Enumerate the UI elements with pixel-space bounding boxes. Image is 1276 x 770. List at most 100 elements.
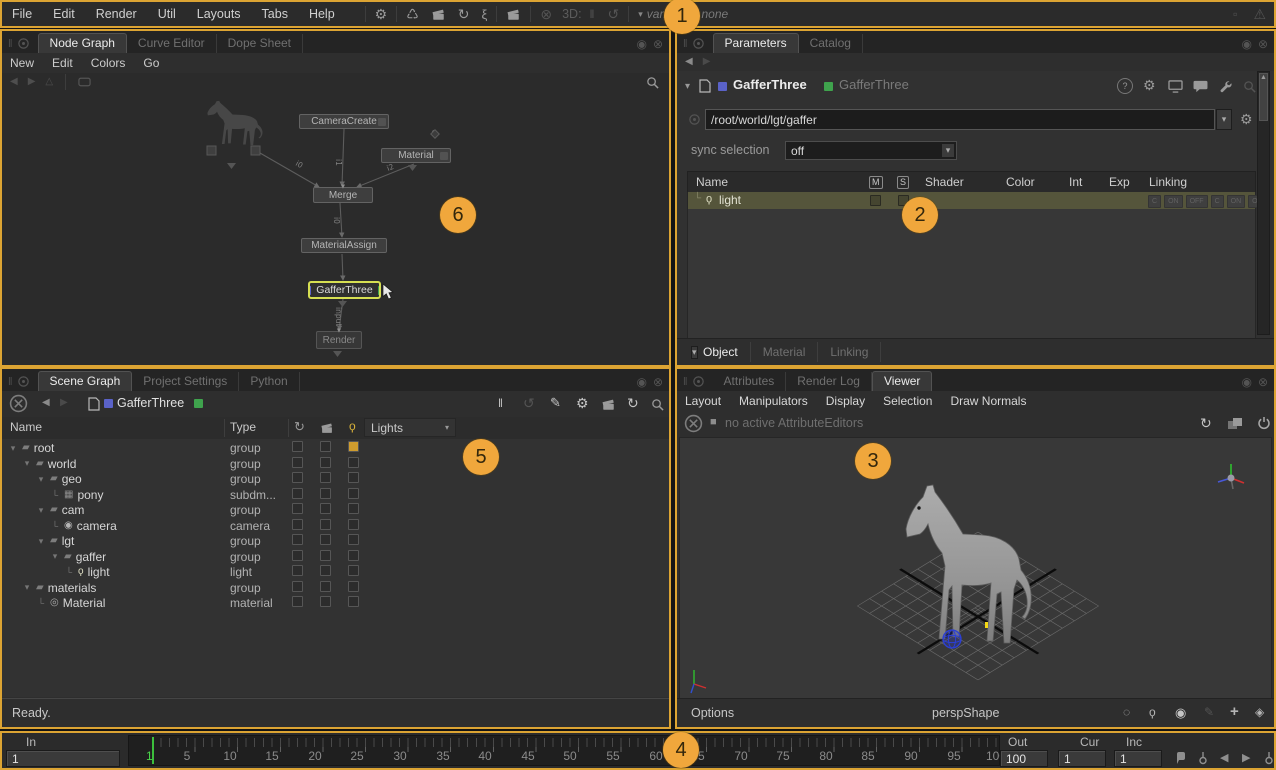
- sync-selection-select[interactable]: off: [785, 141, 957, 160]
- tree-expander-icon[interactable]: ▾: [22, 458, 32, 469]
- node-port[interactable]: [378, 118, 386, 126]
- gaffer-root-path-input[interactable]: /root/world/lgt/gaffer: [705, 109, 1215, 130]
- col-header-exp[interactable]: Exp: [1109, 175, 1130, 189]
- clear-icon[interactable]: [9, 394, 28, 413]
- panel-maximize-icon[interactable]: ◉: [1241, 376, 1251, 388]
- node-materialassign[interactable]: MaterialAssign: [301, 238, 387, 253]
- col-header-name[interactable]: Name: [696, 175, 728, 189]
- next-keyframe-icon[interactable]: [1262, 751, 1276, 765]
- scene-graph-row[interactable]: ▾ ▰ gaffer group: [2, 548, 669, 564]
- tree-expander-icon[interactable]: ▾: [22, 582, 32, 593]
- hook-icon[interactable]: ξ: [482, 8, 488, 21]
- linking-button[interactable]: OFF: [1186, 195, 1208, 208]
- tab-curve-editor[interactable]: Curve Editor: [127, 34, 217, 53]
- panel-pin-icon[interactable]: [17, 37, 30, 50]
- node-view-flag[interactable]: [310, 286, 311, 295]
- menu-item[interactable]: Selection: [883, 394, 932, 408]
- menu-item[interactable]: Util: [158, 7, 176, 21]
- linking-button[interactable]: ON: [1227, 195, 1246, 208]
- menu-item[interactable]: Render: [96, 7, 137, 21]
- comment-icon[interactable]: [1193, 80, 1208, 93]
- menu-item[interactable]: Help: [309, 7, 335, 21]
- search-icon[interactable]: [646, 76, 659, 89]
- linking-button[interactable]: C: [1148, 195, 1161, 208]
- dot-display-icon[interactable]: ◌: [1123, 706, 1130, 718]
- wrench-icon[interactable]: [1218, 79, 1232, 93]
- viewer-camera-label[interactable]: perspShape: [932, 706, 999, 720]
- gaffer-light-row[interactable]: └ ϙ light CONOFFCONOFF: [688, 192, 1255, 209]
- nav-up-icon[interactable]: △: [45, 77, 53, 87]
- scene-graph-row[interactable]: └ ◎ Material material: [2, 594, 669, 610]
- sync-selection-dropdown[interactable]: ▾: [941, 143, 955, 158]
- lights-set-cell[interactable]: [348, 594, 376, 612]
- node-edit-flag[interactable]: [378, 286, 379, 295]
- options-menu[interactable]: Options: [691, 706, 734, 720]
- panel-maximize-icon[interactable]: ◉: [1241, 38, 1251, 50]
- power-icon[interactable]: [1257, 416, 1271, 430]
- scene-graph-row[interactable]: ▾ ▰ world group: [2, 455, 669, 471]
- tab-linking[interactable]: Linking: [818, 342, 881, 362]
- col-header-mute[interactable]: M: [869, 176, 883, 189]
- tab-catalog[interactable]: Catalog: [799, 34, 863, 53]
- tree-name-cell[interactable]: ▾ ▰ materials: [2, 581, 230, 595]
- pencil-icon[interactable]: ✎: [550, 396, 561, 409]
- menu-item[interactable]: Display: [826, 394, 865, 408]
- menu-item[interactable]: Edit: [52, 56, 73, 70]
- linking-button[interactable]: ON: [1164, 195, 1183, 208]
- tab-parameters[interactable]: Parameters: [713, 33, 799, 53]
- panel-drag-handle[interactable]: ‖: [8, 38, 13, 50]
- panel-pin-icon[interactable]: [692, 375, 705, 388]
- tab-object[interactable]: Object: [691, 342, 751, 362]
- node-view-flag[interactable]: [718, 82, 727, 91]
- lights-working-set-select[interactable]: Lights ▾: [364, 418, 456, 437]
- col-header-render-icon[interactable]: ↻: [294, 420, 305, 433]
- col-header-type[interactable]: Type: [230, 420, 256, 434]
- tree-name-cell[interactable]: ▾ ▰ gaffer: [2, 550, 230, 564]
- panel-maximize-icon[interactable]: ◉: [636, 376, 646, 388]
- menu-item[interactable]: New: [10, 56, 34, 70]
- monitor-icon[interactable]: [1168, 80, 1183, 93]
- tab-project-settings[interactable]: Project Settings: [132, 372, 239, 391]
- refresh-icon[interactable]: ↻: [1200, 416, 1212, 430]
- aperture-icon[interactable]: ◉: [1175, 706, 1186, 719]
- tab-dope-sheet[interactable]: Dope Sheet: [217, 34, 303, 53]
- current-frame-input[interactable]: 1: [1058, 750, 1106, 767]
- panel-pin-icon[interactable]: [17, 375, 30, 388]
- panel-close-icon[interactable]: ⊗: [1258, 376, 1268, 388]
- col-header-clapper-icon[interactable]: [320, 421, 334, 435]
- scrollbar[interactable]: ▲: [1257, 71, 1270, 335]
- panel-maximize-icon[interactable]: ◉: [636, 38, 646, 50]
- pause-icon[interactable]: ‖: [498, 397, 504, 409]
- col-header-linking[interactable]: Linking: [1149, 175, 1187, 189]
- variables-dropdown-icon[interactable]: ▾: [638, 10, 643, 19]
- menu-item[interactable]: Colors: [91, 56, 126, 70]
- clapper-icon[interactable]: [601, 397, 616, 412]
- gear-icon[interactable]: ⚙: [576, 396, 589, 410]
- warning-icon[interactable]: ⚠: [1253, 7, 1266, 21]
- menu-item[interactable]: File: [12, 7, 32, 21]
- tab-scene-graph[interactable]: Scene Graph: [38, 371, 133, 391]
- menu-item[interactable]: Layouts: [197, 7, 241, 21]
- menu-item[interactable]: Manipulators: [739, 394, 808, 408]
- tree-name-cell[interactable]: ▾ ▰ lgt: [2, 534, 230, 548]
- move-icon[interactable]: +: [1230, 704, 1239, 719]
- in-frame-input[interactable]: 1: [6, 750, 120, 767]
- menu-item[interactable]: Go: [143, 56, 159, 70]
- out-frame-input[interactable]: 100: [1000, 750, 1048, 767]
- node-render[interactable]: ▼ Render: [316, 331, 362, 349]
- nav-forward-icon[interactable]: ▶: [28, 77, 36, 87]
- frame-ruler[interactable]: 5101520253035404550556065707580859095100…: [128, 735, 1000, 766]
- col-header-shader[interactable]: Shader: [925, 175, 964, 189]
- restore-window-icon[interactable]: ▫: [1233, 8, 1237, 20]
- tree-name-cell[interactable]: └ ▦ pony: [2, 488, 230, 502]
- panel-drag-handle[interactable]: ‖: [8, 376, 13, 388]
- scene-graph-row[interactable]: └ ▦ pony subdm...: [2, 486, 669, 502]
- scene-graph-row[interactable]: ▾ ▰ lgt group: [2, 532, 669, 548]
- tab-render-log[interactable]: Render Log: [786, 372, 872, 391]
- scene-graph-row[interactable]: └ ◉ camera camera: [2, 517, 669, 533]
- panel-close-icon[interactable]: ⊗: [653, 376, 663, 388]
- tree-name-cell[interactable]: ▾ ▰ geo: [2, 472, 230, 486]
- menu-item[interactable]: Tabs: [262, 7, 288, 21]
- tab-viewer[interactable]: Viewer: [872, 371, 932, 391]
- tab-material[interactable]: Material: [751, 342, 819, 362]
